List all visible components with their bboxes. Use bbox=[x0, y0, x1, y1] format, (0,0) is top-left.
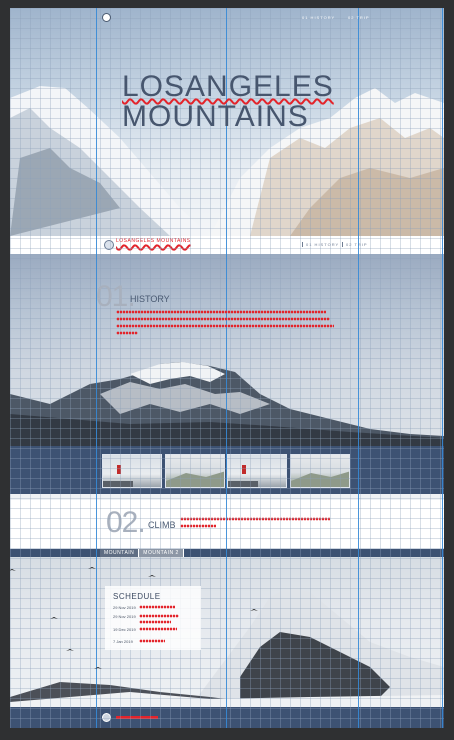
climb-title: CLIMB bbox=[148, 520, 176, 530]
thumb-figure-icon bbox=[228, 465, 258, 487]
footer-logo-icon[interactable] bbox=[102, 713, 111, 722]
history-section: 01. HISTORY bbox=[10, 254, 444, 446]
schedule-card: SCHEDULE 29 Nov 2019 29 Nov 2019 19 Dec … bbox=[105, 586, 201, 650]
bird-icon bbox=[50, 617, 58, 619]
bird-icon bbox=[148, 575, 156, 577]
guide-line[interactable] bbox=[442, 8, 443, 728]
schedule-section bbox=[10, 557, 444, 707]
hero-title-line2: MOUNTAINS bbox=[122, 100, 309, 133]
footer-text bbox=[116, 716, 158, 719]
thumb-figure-icon bbox=[103, 465, 133, 487]
schedule-date: 7 Jan 2019 bbox=[113, 639, 133, 644]
schedule-title: SCHEDULE bbox=[113, 592, 161, 601]
thumb-landscape-icon bbox=[291, 471, 349, 487]
navigation-bar: LOSANGELES MOUNTAINS 01 HISTORY 02 TRIP bbox=[10, 236, 444, 254]
schedule-date: 19 Dec 2019 bbox=[113, 627, 136, 632]
schedule-date: 29 Nov 2019 bbox=[113, 605, 136, 610]
bird-icon bbox=[66, 649, 74, 651]
nav-brand[interactable]: LOSANGELES MOUNTAINS bbox=[116, 239, 191, 244]
schedule-detail bbox=[139, 614, 179, 618]
guide-line[interactable] bbox=[358, 8, 359, 728]
section-divider bbox=[10, 549, 444, 557]
thumb-landscape-icon bbox=[166, 471, 224, 487]
schedule-detail bbox=[139, 620, 171, 624]
footer-bar bbox=[10, 707, 444, 728]
tab-mountain-2[interactable]: MOUNTAIN 2 bbox=[139, 549, 184, 557]
climb-section: 02. CLIMB bbox=[10, 500, 444, 548]
schedule-detail bbox=[139, 639, 165, 643]
schedule-mountain-image bbox=[10, 587, 444, 707]
nav-logo-icon[interactable] bbox=[104, 240, 114, 250]
hero-nav-trip[interactable]: 02 TRIP bbox=[348, 15, 370, 20]
artboard-frame: 01 HISTORY 02 TRIP LOSANGELES MOUNTAINS … bbox=[0, 0, 454, 740]
nav-link-trip[interactable]: 02 TRIP bbox=[342, 242, 368, 247]
schedule-detail bbox=[139, 627, 177, 631]
hero-title-line1: LOSANGELES bbox=[122, 70, 334, 103]
history-title: HISTORY bbox=[130, 294, 170, 304]
bird-icon bbox=[94, 667, 102, 669]
thumbnail-1[interactable] bbox=[102, 454, 162, 488]
history-text-line bbox=[116, 324, 334, 328]
hero-section: 01 HISTORY 02 TRIP LOSANGELES MOUNTAINS bbox=[10, 8, 444, 236]
climb-text-line bbox=[180, 524, 216, 528]
page-canvas: 01 HISTORY 02 TRIP LOSANGELES MOUNTAINS … bbox=[10, 8, 444, 728]
bird-icon bbox=[250, 609, 258, 611]
climb-text-line bbox=[180, 517, 330, 521]
logo-icon[interactable] bbox=[102, 13, 111, 22]
history-number: 01. bbox=[96, 280, 136, 313]
hero-nav-history[interactable]: 01 HISTORY bbox=[302, 15, 335, 20]
hero-title: LOSANGELES MOUNTAINS bbox=[122, 72, 334, 132]
schedule-detail bbox=[139, 605, 175, 609]
tab-mountain[interactable]: MOUNTAIN bbox=[100, 549, 140, 557]
bird-icon bbox=[10, 569, 16, 571]
bird-icon bbox=[88, 567, 96, 569]
thumbnail-strip bbox=[10, 446, 444, 494]
thumbnail-2[interactable] bbox=[165, 454, 225, 488]
history-text-line bbox=[116, 310, 326, 314]
history-text-line bbox=[116, 317, 330, 321]
climb-number: 02. bbox=[106, 506, 146, 539]
climb-tabs: MOUNTAIN MOUNTAIN 2 bbox=[100, 549, 184, 557]
thumbnail-4[interactable] bbox=[290, 454, 350, 488]
schedule-date: 29 Nov 2019 bbox=[113, 614, 136, 619]
nav-link-history[interactable]: 01 HISTORY bbox=[302, 242, 339, 247]
guide-line[interactable] bbox=[96, 8, 97, 728]
history-mountain-image bbox=[10, 362, 444, 446]
thumbnail-3[interactable] bbox=[227, 454, 287, 488]
history-text-line bbox=[116, 331, 138, 335]
